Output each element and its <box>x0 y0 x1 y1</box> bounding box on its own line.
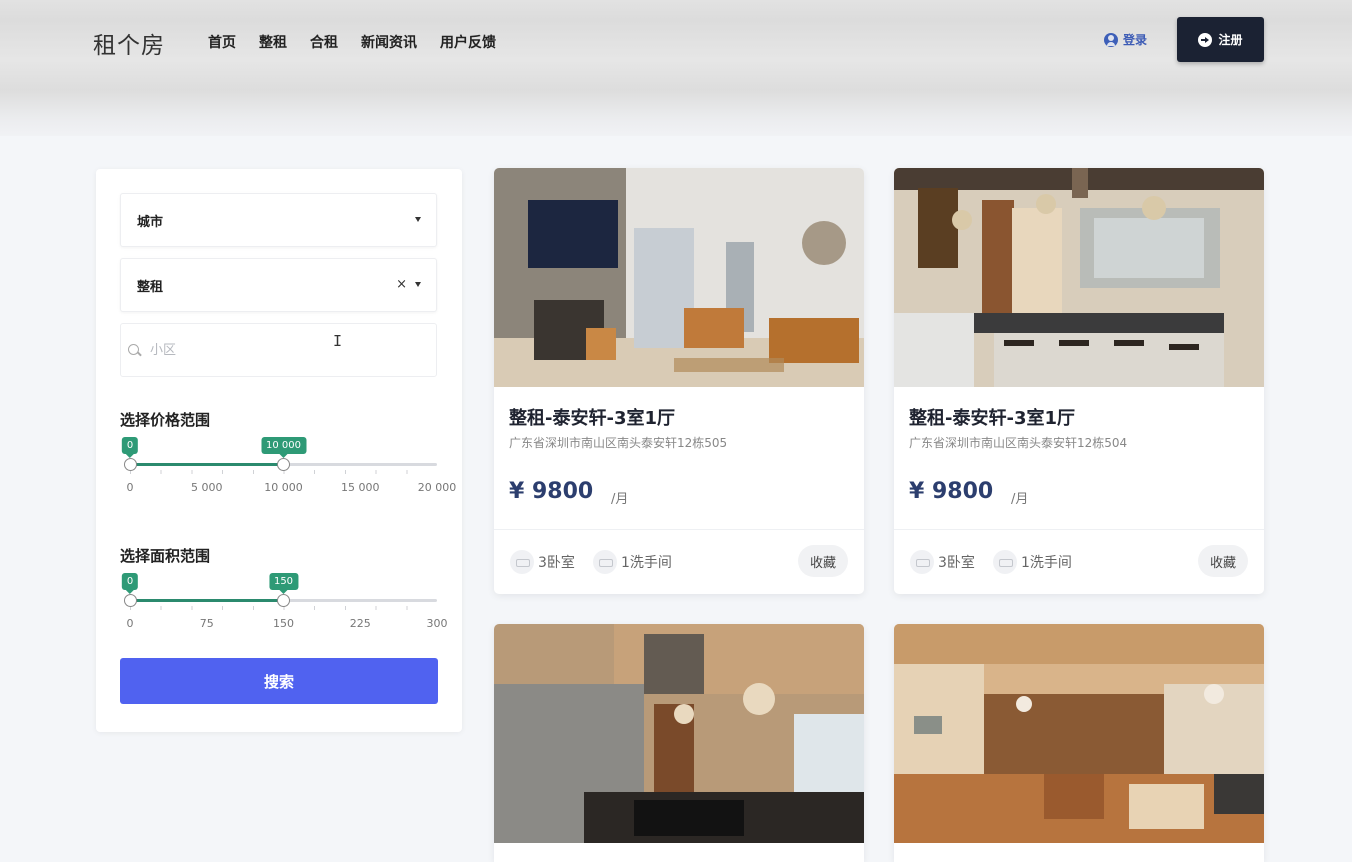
bed-icon <box>510 550 534 574</box>
bathroom-count: 1洗手间 <box>621 555 672 571</box>
listing-photo[interactable] <box>494 624 864 843</box>
price-max-tooltip: 10 000 <box>261 437 306 458</box>
tick-label: 20 000 <box>417 481 457 494</box>
search-button[interactable]: 搜索 <box>120 658 438 704</box>
listing-title[interactable]: 整租-泰安轩-3室1厅 <box>909 404 1075 430</box>
nav-feedback[interactable]: 用户反馈 <box>440 32 496 52</box>
nav-news[interactable]: 新闻资讯 <box>361 32 417 52</box>
listing-photo[interactable] <box>894 624 1264 843</box>
tick-label: 0 <box>126 617 134 630</box>
filter-panel: 城市 整租 × I 选择价格范围 0 10 000 0 5 000 10 000… <box>96 169 462 732</box>
listing-card[interactable] <box>894 624 1264 862</box>
tick-label: 150 <box>273 617 294 630</box>
tick-label: 0 <box>126 481 134 494</box>
clear-icon[interactable]: × <box>396 277 407 292</box>
listing-price: ¥ 9800 <box>909 479 994 504</box>
area-max-tooltip: 150 <box>268 573 299 594</box>
community-input[interactable] <box>150 342 410 358</box>
login-link[interactable]: 登录 <box>1104 31 1147 48</box>
bathroom-count: 1洗手间 <box>1021 555 1072 571</box>
tick-label: 5 000 <box>191 481 223 494</box>
user-icon <box>1104 32 1118 47</box>
rent-type-value: 整租 <box>137 279 164 295</box>
tick-label: 15 000 <box>341 481 380 494</box>
tick-label: 225 <box>349 617 371 630</box>
city-select[interactable]: 城市 <box>120 193 437 247</box>
listing-card[interactable] <box>494 624 864 862</box>
nav-home[interactable]: 首页 <box>208 32 236 52</box>
register-button[interactable]: 注册 <box>1177 17 1264 62</box>
bedroom-count: 3卧室 <box>538 555 575 571</box>
nav-shared-rent[interactable]: 合租 <box>310 32 338 52</box>
card-divider <box>894 529 1264 530</box>
area-min-handle[interactable] <box>123 594 137 607</box>
chevron-down-icon <box>415 282 421 287</box>
listing-address: 广东省深圳市南山区南头泰安轩12栋504 <box>909 436 1128 450</box>
tick-label: 10 000 <box>264 481 303 494</box>
price-range-slider[interactable]: 0 10 000 0 5 000 10 000 15 000 20 000 <box>120 437 456 497</box>
search-icon <box>127 343 141 357</box>
tick-label: 75 <box>199 617 214 630</box>
favorite-button[interactable]: 收藏 <box>798 545 848 577</box>
bedroom-count: 3卧室 <box>938 555 975 571</box>
area-range-title: 选择面积范围 <box>120 547 211 565</box>
bathtub-icon <box>993 550 1017 574</box>
listing-price-unit: /月 <box>1011 492 1029 507</box>
text-cursor-icon: I <box>333 332 343 350</box>
favorite-button[interactable]: 收藏 <box>1198 545 1248 577</box>
listing-price: ¥ 9800 <box>509 479 594 504</box>
listing-title[interactable]: 整租-泰安轩-3室1厅 <box>509 404 675 430</box>
city-select-label: 城市 <box>137 214 164 230</box>
tick-label: 300 <box>426 617 448 630</box>
slider-selected-range <box>130 599 284 602</box>
listing-photo[interactable] <box>894 168 1264 387</box>
site-header: 租个房 首页 整租 合租 新闻资讯 用户反馈 登录 注册 <box>0 0 1352 136</box>
bathroom-feature: 1洗手间 <box>993 550 1072 574</box>
area-min-tooltip: 0 <box>121 573 139 594</box>
bedroom-feature: 3卧室 <box>910 550 975 574</box>
chevron-down-icon <box>415 217 421 222</box>
community-search[interactable] <box>120 323 437 377</box>
area-max-handle[interactable] <box>277 594 290 607</box>
card-divider <box>494 529 864 530</box>
listing-price-unit: /月 <box>611 492 629 507</box>
price-range-title: 选择价格范围 <box>120 411 211 429</box>
slider-selected-range <box>130 463 284 466</box>
price-min-tooltip: 0 <box>121 437 139 458</box>
bathroom-feature: 1洗手间 <box>593 550 672 574</box>
rent-type-select[interactable]: 整租 × <box>120 258 437 312</box>
nav-whole-rent[interactable]: 整租 <box>259 32 287 52</box>
price-max-handle[interactable] <box>277 458 290 471</box>
area-range-slider[interactable]: 0 150 0 75 150 225 300 <box>120 573 448 633</box>
brand-logo[interactable]: 租个房 <box>93 26 165 60</box>
register-label: 注册 <box>1218 33 1243 47</box>
price-min-handle[interactable] <box>123 458 137 471</box>
arrow-right-circle-icon <box>1198 32 1213 47</box>
bed-icon <box>910 550 934 574</box>
login-label: 登录 <box>1123 33 1148 47</box>
listing-card[interactable]: 整租-泰安轩-3室1厅 广东省深圳市南山区南头泰安轩12栋504 ¥ 9800 … <box>894 168 1264 594</box>
main-nav: 首页 整租 合租 新闻资讯 用户反馈 <box>208 32 519 52</box>
listing-address: 广东省深圳市南山区南头泰安轩12栋505 <box>509 436 728 450</box>
bedroom-feature: 3卧室 <box>510 550 575 574</box>
listing-card[interactable]: 整租-泰安轩-3室1厅 广东省深圳市南山区南头泰安轩12栋505 ¥ 9800 … <box>494 168 864 594</box>
bathtub-icon <box>593 550 617 574</box>
listing-photo[interactable] <box>494 168 864 387</box>
